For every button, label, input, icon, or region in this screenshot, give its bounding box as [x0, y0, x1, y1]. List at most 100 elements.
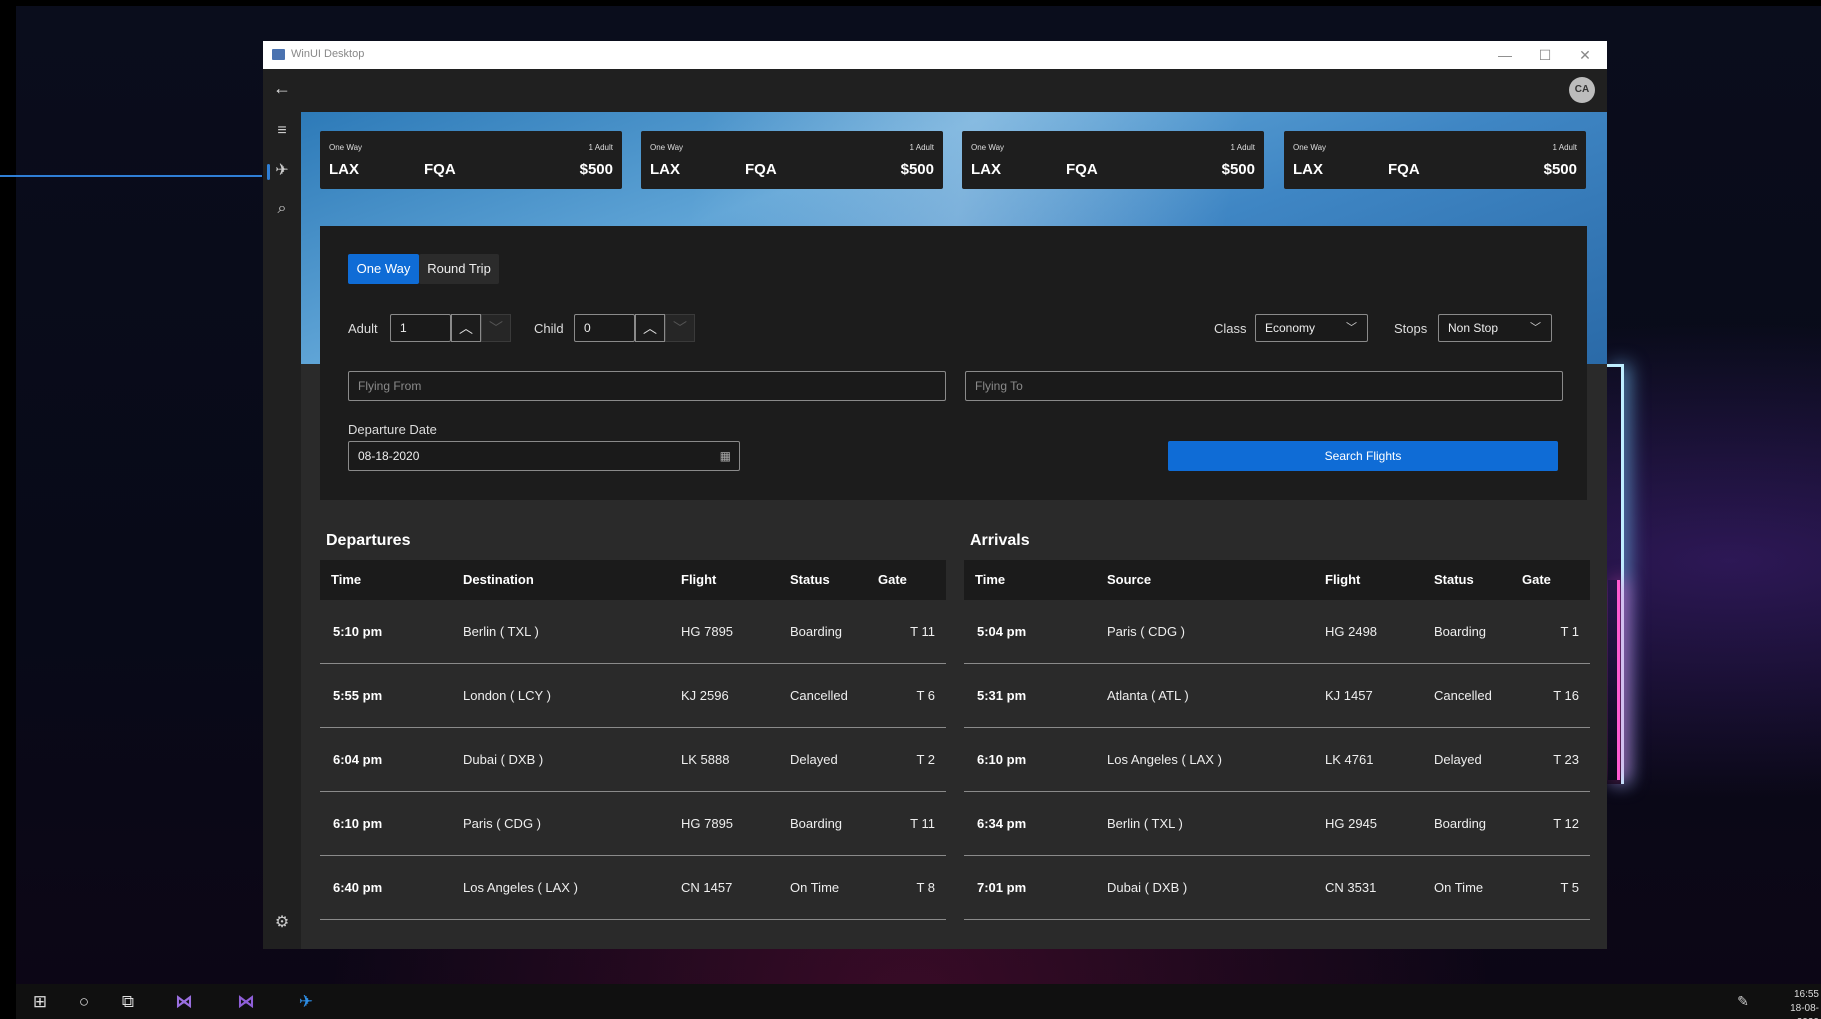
- chevron-down-icon: ﹀: [1346, 322, 1357, 334]
- navigation-pane: ≡ ✈ ⌕ ⚙: [263, 112, 301, 949]
- class-dropdown[interactable]: Economy ﹀: [1255, 314, 1368, 342]
- table-row[interactable]: 6:34 pm Berlin ( TXL ) HG 2945 Boarding …: [964, 792, 1590, 856]
- desktop-left-edge: [0, 0, 16, 1019]
- nav-item-search[interactable]: ⌕: [267, 194, 297, 224]
- table-row[interactable]: 5:31 pm Atlanta ( ATL ) KJ 1457 Cancelle…: [964, 664, 1590, 728]
- row-status: Boarding: [790, 624, 843, 639]
- table-header: Time Source Flight Status Gate: [964, 560, 1590, 600]
- stops-label: Stops: [1394, 321, 1428, 336]
- child-increment-button[interactable]: ︿: [635, 314, 665, 342]
- close-button[interactable]: ✕: [1565, 45, 1605, 65]
- back-arrow-icon[interactable]: ←: [271, 77, 293, 99]
- avatar[interactable]: CA: [1569, 77, 1595, 103]
- deal-trip-type: One Way: [1293, 143, 1327, 152]
- table-row[interactable]: 6:10 pm Paris ( CDG ) HG 7895 Boarding T…: [320, 792, 946, 856]
- visual-studio-preview-icon[interactable]: ⋈: [226, 984, 266, 1019]
- round-trip-toggle[interactable]: Round Trip: [419, 254, 499, 284]
- row-status: On Time: [790, 880, 840, 895]
- class-selected-value: Economy: [1265, 321, 1316, 335]
- row-flight: KJ 1457: [1325, 688, 1373, 703]
- row-gate: T 8: [916, 880, 935, 895]
- table-row[interactable]: 6:10 pm Los Angeles ( LAX ) LK 4761 Dela…: [964, 728, 1590, 792]
- flying-from-input[interactable]: [348, 371, 946, 401]
- adult-decrement-button[interactable]: ﹀: [481, 314, 511, 342]
- stops-dropdown[interactable]: Non Stop ﹀: [1438, 314, 1552, 342]
- child-decrement-button[interactable]: ﹀: [665, 314, 695, 342]
- hamburger-menu-icon[interactable]: ≡: [267, 116, 297, 146]
- adult-increment-button[interactable]: ︿: [451, 314, 481, 342]
- deal-passengers: 1 Adult: [1552, 143, 1577, 152]
- row-time: 6:04 pm: [333, 752, 383, 767]
- flight-app-icon[interactable]: ✈: [286, 984, 326, 1019]
- adult-label: Adult: [348, 321, 378, 336]
- row-flight: CN 3531: [1325, 880, 1377, 895]
- departure-date-picker[interactable]: 08-18-2020 ▦: [348, 441, 740, 471]
- row-time: 5:55 pm: [333, 688, 383, 703]
- flying-to-input[interactable]: [965, 371, 1563, 401]
- task-view-icon[interactable]: ⧉: [108, 984, 148, 1019]
- deal-card[interactable]: One Way 1 Adult LAX FQA $500: [962, 131, 1264, 189]
- class-label: Class: [1214, 321, 1247, 336]
- table-row[interactable]: 6:40 pm Los Angeles ( LAX ) CN 1457 On T…: [320, 856, 946, 920]
- adult-number-box[interactable]: 1: [390, 314, 451, 342]
- deal-card[interactable]: One Way 1 Adult LAX FQA $500: [1284, 131, 1586, 189]
- one-way-toggle[interactable]: One Way: [348, 254, 419, 284]
- nav-item-settings[interactable]: ⚙: [267, 908, 297, 938]
- visual-studio-icon[interactable]: ⋈: [164, 984, 204, 1019]
- deal-passengers: 1 Adult: [588, 143, 613, 152]
- column-header: Status: [1434, 572, 1474, 587]
- airplane-icon: ✈: [275, 162, 289, 179]
- windows-start-icon[interactable]: ⊞: [20, 984, 60, 1019]
- deal-price: $500: [900, 161, 934, 178]
- column-header: Time: [331, 572, 362, 587]
- child-label: Child: [534, 321, 564, 336]
- row-destination: Paris ( CDG ): [463, 816, 541, 831]
- row-gate: T 6: [916, 688, 935, 703]
- chevron-down-icon: ﹀: [1530, 322, 1541, 334]
- table-row[interactable]: 5:55 pm London ( LCY ) KJ 2596 Cancelled…: [320, 664, 946, 728]
- row-flight: HG 7895: [681, 816, 734, 831]
- pen-tray-icon[interactable]: ✎: [1731, 984, 1755, 1019]
- deal-destination: FQA: [424, 161, 456, 178]
- clock-date: 18-08-2020: [1790, 1003, 1819, 1019]
- maximize-button[interactable]: ☐: [1525, 45, 1565, 65]
- deal-price: $500: [579, 161, 613, 178]
- row-time: 6:10 pm: [977, 752, 1027, 767]
- row-gate: T 23: [1553, 752, 1579, 767]
- taskbar: ⊞ ○ ⧉ ⋈ ⋈ ✈ ✎ 16:55 18-08-2020: [16, 984, 1821, 1019]
- cortana-search-icon[interactable]: ○: [64, 984, 104, 1019]
- table-row[interactable]: 5:04 pm Paris ( CDG ) HG 2498 Boarding T…: [964, 600, 1590, 664]
- row-time: 5:04 pm: [977, 624, 1027, 639]
- flight-search-panel: One Way Round Trip Adult 1 ︿ ﹀ Child 0 ︿…: [320, 226, 1587, 500]
- row-flight: HG 2945: [1325, 816, 1378, 831]
- deal-origin: LAX: [971, 161, 1001, 178]
- table-header: Time Destination Flight Status Gate: [320, 560, 946, 600]
- nav-item-flights[interactable]: ✈: [267, 156, 297, 186]
- system-clock[interactable]: 16:55 18-08-2020: [1769, 988, 1819, 1019]
- row-source: Paris ( CDG ): [1107, 624, 1185, 639]
- row-gate: T 5: [1560, 880, 1579, 895]
- row-status: Boarding: [1434, 816, 1487, 831]
- deal-card[interactable]: One Way 1 Adult LAX FQA $500: [641, 131, 943, 189]
- row-status: Boarding: [790, 816, 843, 831]
- minimize-button[interactable]: —: [1485, 45, 1525, 65]
- search-flights-button[interactable]: Search Flights: [1168, 441, 1558, 471]
- deal-origin: LAX: [1293, 161, 1323, 178]
- deal-card[interactable]: One Way 1 Adult LAX FQA $500: [320, 131, 622, 189]
- stops-selected-value: Non Stop: [1448, 321, 1499, 335]
- title-bar[interactable]: WinUI Desktop — ☐ ✕: [263, 41, 1607, 69]
- clock-time: 16:55: [1793, 989, 1819, 1000]
- row-source: Atlanta ( ATL ): [1107, 688, 1189, 703]
- column-header: Gate: [1522, 572, 1551, 587]
- window-title: WinUI Desktop: [291, 48, 365, 60]
- row-source: Los Angeles ( LAX ): [1107, 752, 1222, 767]
- deal-destination: FQA: [1388, 161, 1420, 178]
- row-destination: Los Angeles ( LAX ): [463, 880, 578, 895]
- column-header: Source: [1107, 572, 1152, 587]
- row-time: 6:40 pm: [333, 880, 383, 895]
- table-row[interactable]: 5:10 pm Berlin ( TXL ) HG 7895 Boarding …: [320, 600, 946, 664]
- row-destination: Dubai ( DXB ): [463, 752, 544, 767]
- child-number-box[interactable]: 0: [574, 314, 635, 342]
- table-row[interactable]: 6:04 pm Dubai ( DXB ) LK 5888 Delayed T …: [320, 728, 946, 792]
- table-row[interactable]: 7:01 pm Dubai ( DXB ) CN 3531 On Time T …: [964, 856, 1590, 920]
